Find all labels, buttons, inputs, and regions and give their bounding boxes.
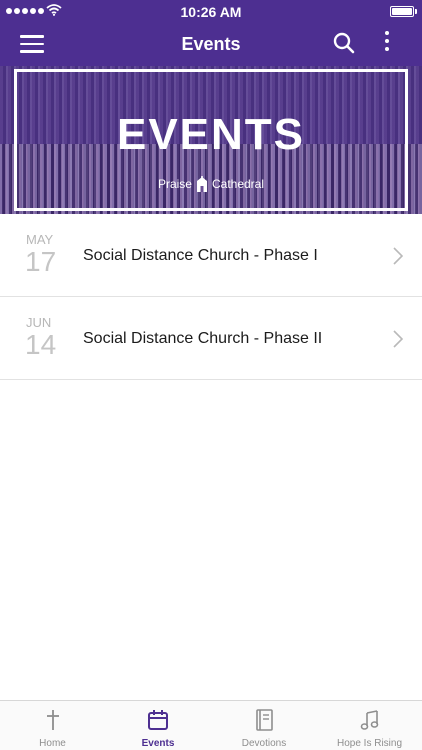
cross-icon bbox=[46, 710, 59, 730]
tab-label: Home bbox=[39, 738, 66, 749]
tab-home[interactable]: Home bbox=[0, 701, 105, 750]
app-header: 10:26 AM Events bbox=[0, 0, 422, 66]
event-month: MAY bbox=[26, 232, 54, 247]
chevron-right-icon bbox=[393, 330, 403, 348]
event-row[interactable]: MAY 17 Social Distance Church - Phase I bbox=[0, 214, 422, 297]
logo-text-left: Praise bbox=[157, 177, 192, 191]
event-row[interactable]: JUN 14 Social Distance Church - Phase II bbox=[0, 297, 422, 380]
status-bar: 10:26 AM bbox=[0, 0, 422, 22]
tab-label: Devotions bbox=[241, 738, 287, 749]
calendar-icon bbox=[148, 710, 168, 730]
church-icon bbox=[196, 176, 207, 192]
tab-label: Hope Is Rising bbox=[336, 738, 403, 749]
tab-hope-is-rising[interactable]: Hope Is Rising bbox=[317, 701, 422, 750]
banner-heading: EVENTS bbox=[116, 110, 306, 159]
tab-label: Events bbox=[141, 738, 175, 749]
music-note-icon bbox=[360, 710, 378, 730]
event-title: Social Distance Church - Phase I bbox=[83, 247, 318, 264]
event-day: 17 bbox=[25, 246, 57, 277]
event-month: JUN bbox=[26, 315, 52, 330]
battery-icon bbox=[390, 6, 417, 17]
more-icon[interactable] bbox=[385, 31, 389, 55]
status-time: 10:26 AM bbox=[180, 4, 242, 20]
logo-text-right: Cathedral bbox=[211, 177, 265, 191]
church-logo: Praise Cathedral bbox=[0, 176, 422, 192]
chevron-right-icon bbox=[393, 247, 403, 265]
tab-devotions[interactable]: Devotions bbox=[211, 701, 317, 750]
events-list: MAY 17 Social Distance Church - Phase I … bbox=[0, 214, 422, 380]
events-banner: EVENTS Praise Cathedral bbox=[0, 66, 422, 214]
tab-bar: Home Events Devotions Hope Is Rising bbox=[0, 700, 422, 750]
search-icon[interactable] bbox=[333, 32, 355, 54]
tab-events[interactable]: Events bbox=[105, 701, 211, 750]
book-icon bbox=[256, 709, 273, 731]
event-day: 14 bbox=[25, 329, 57, 360]
nav-bar: Events bbox=[0, 22, 422, 66]
page-title: Events bbox=[181, 34, 241, 54]
event-title: Social Distance Church - Phase II bbox=[83, 330, 323, 347]
